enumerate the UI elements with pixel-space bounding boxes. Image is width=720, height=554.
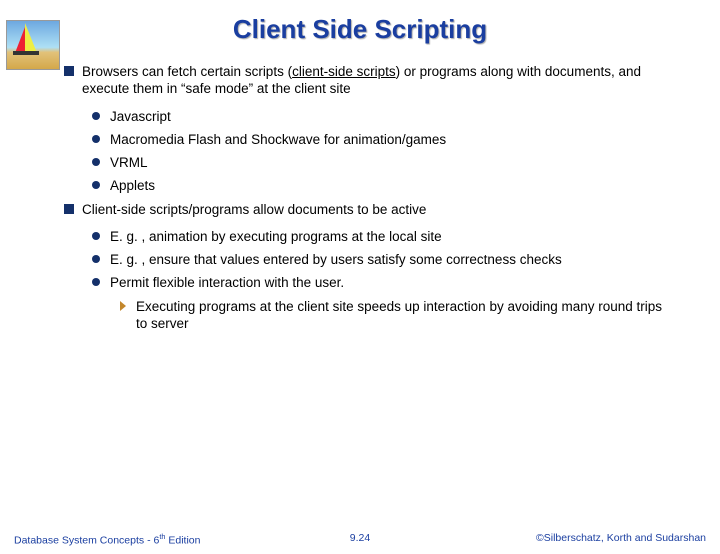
bullet-level2: Macromedia Flash and Shockwave for anima… [92, 131, 676, 148]
sailboat-logo [6, 20, 60, 70]
footer-left: Database System Concepts - 6th Edition [14, 532, 200, 547]
text: Browsers can fetch certain scripts ( [82, 64, 292, 79]
slide-body: Browsers can fetch certain scripts (clie… [64, 63, 676, 332]
bullet-level1: Client-side scripts/programs allow docum… [64, 201, 676, 218]
text: Database System Concepts - 6 [14, 535, 159, 547]
bullet-level1: Browsers can fetch certain scripts (clie… [64, 63, 676, 98]
slide-footer: Database System Concepts - 6th Edition 9… [0, 532, 720, 544]
copyright: ©Silberschatz, Korth and Sudarshan [536, 532, 706, 544]
bullet-level2: VRML [92, 154, 676, 171]
bullet-level2: E. g. , ensure that values entered by us… [92, 251, 676, 268]
bullet-level2: E. g. , animation by executing programs … [92, 228, 676, 245]
bullet-level2: Javascript [92, 108, 676, 125]
bullet-level2: Applets [92, 177, 676, 194]
slide-title: Client Side Scripting [0, 14, 720, 45]
underlined-text: client-side scripts [292, 64, 396, 79]
bullet-level2: Permit flexible interaction with the use… [92, 274, 676, 291]
text: Edition [165, 535, 200, 547]
bullet-level3: Executing programs at the client site sp… [120, 298, 676, 333]
